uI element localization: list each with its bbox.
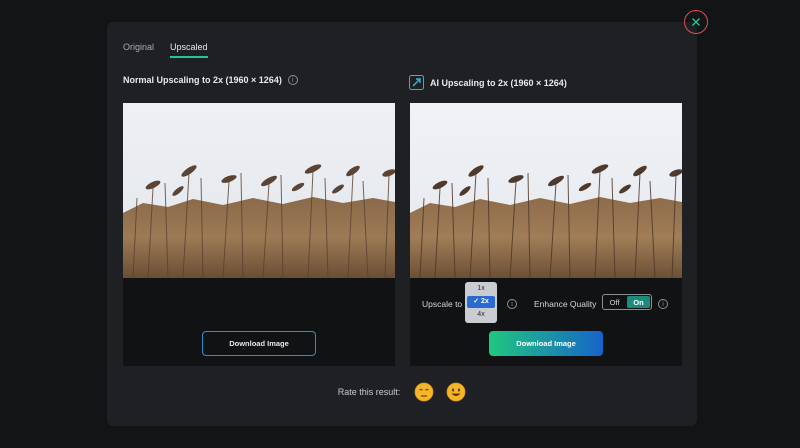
- right-panel: Upscale to 1x ✓ 2x 4x i Enhance Quality …: [410, 103, 682, 366]
- upscale-option-2x[interactable]: ✓ 2x: [467, 296, 495, 308]
- ai-upscaled-image: [410, 103, 682, 278]
- ai-upscale-icon: [409, 75, 424, 90]
- download-image-button-normal[interactable]: Download Image: [202, 331, 316, 356]
- upscale-to-label: Upscale to: [422, 299, 463, 309]
- sad-face-icon[interactable]: [414, 382, 434, 402]
- tab-upscaled[interactable]: Upscaled: [170, 42, 208, 58]
- normal-upscaled-image: [123, 103, 395, 278]
- right-title-text: AI Upscaling to 2x (1960 × 1264): [430, 77, 567, 88]
- rating-bar: Rate this result:: [107, 382, 697, 402]
- upscale-option-4x[interactable]: 4x: [467, 309, 495, 321]
- toggle-off[interactable]: Off: [603, 295, 626, 309]
- right-panel-title: AI Upscaling to 2x (1960 × 1264): [409, 75, 567, 90]
- left-panel: Download Image: [123, 103, 395, 366]
- close-button[interactable]: [684, 10, 708, 34]
- enhance-quality-label: Enhance Quality: [534, 299, 597, 309]
- upscale-controls: Upscale to 1x ✓ 2x 4x i Enhance Quality …: [410, 282, 682, 323]
- tab-original[interactable]: Original: [123, 42, 154, 58]
- enhance-quality-toggle[interactable]: Off On: [602, 294, 652, 310]
- rating-label: Rate this result:: [337, 387, 401, 397]
- left-title-text: Normal Upscaling to 2x (1960 × 1264): [123, 75, 282, 85]
- upscale-option-1x[interactable]: 1x: [467, 283, 495, 295]
- toggle-on[interactable]: On: [627, 296, 650, 308]
- info-icon[interactable]: i: [507, 299, 517, 309]
- close-icon: [692, 18, 700, 26]
- info-icon[interactable]: i: [287, 75, 298, 85]
- download-image-button-ai[interactable]: Download Image: [489, 331, 603, 356]
- upscale-factor-dropdown[interactable]: 1x ✓ 2x 4x: [465, 282, 497, 323]
- left-panel-title: Normal Upscaling to 2x (1960 × 1264) i: [123, 75, 298, 85]
- upscale-modal: Original Upscaled Normal Upscaling to 2x…: [107, 22, 697, 426]
- info-icon[interactable]: i: [658, 299, 668, 309]
- happy-face-icon[interactable]: [446, 382, 466, 402]
- tabs: Original Upscaled: [123, 42, 208, 58]
